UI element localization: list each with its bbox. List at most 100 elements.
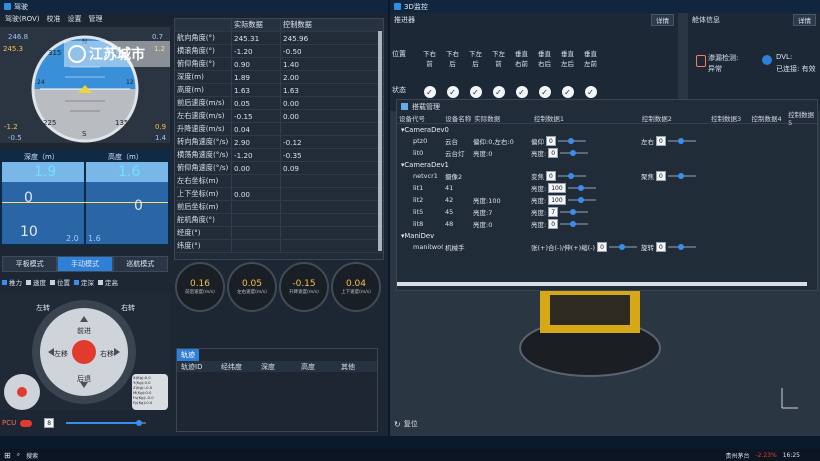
joystick-right[interactable]: 右移 [100, 349, 114, 359]
joystick-backward[interactable]: 后退 [77, 374, 91, 384]
mount-control-spinbox[interactable]: 0 [546, 171, 556, 181]
drive-titlebar: 驾驶 [0, 0, 388, 13]
pcu-toggle[interactable] [20, 419, 33, 427]
body-info-details-button[interactable]: 详情 [793, 13, 816, 26]
mount-control-slider[interactable] [667, 173, 696, 179]
telemetry-row: 横荡角速度(°/s) -1.20 -0.35 [175, 149, 383, 162]
mount-control-spinbox[interactable]: 0 [548, 219, 559, 229]
mount-cell-name: 云台 [445, 138, 458, 146]
slider-knob[interactable] [618, 244, 625, 250]
mount-header-cell: 控制数据5 [788, 111, 815, 127]
telemetry-cell-actual: -0.15 [232, 110, 281, 122]
menu-settings[interactable]: 设置 [68, 14, 82, 24]
mount-group[interactable]: ▾ CameraDev0 [397, 124, 817, 135]
check-icon: ✓ [538, 86, 551, 98]
depth-value: 1.9 [34, 164, 57, 180]
tab-track[interactable]: 轨迹 [177, 349, 199, 361]
mount-control-slider[interactable] [560, 221, 589, 227]
slider-knob[interactable] [570, 221, 577, 227]
mount-cell-code: lit2 [413, 196, 424, 204]
check-height-hold[interactable]: 定高 [98, 277, 118, 287]
mount-control-spinbox[interactable]: 0 [656, 136, 666, 146]
gauge-vertical-speed: -0.15 升降速度(m/s) [279, 262, 329, 312]
mount-control-1: 张(+)合(-)/伸(+)缩(-) 0 [531, 242, 641, 252]
slider-knob[interactable] [570, 209, 577, 215]
telemetry-cell-name: 航向角度(°) [175, 32, 232, 44]
mode-cruise-button[interactable]: 巡航模式 [112, 256, 168, 272]
mount-control-slider[interactable] [567, 185, 596, 191]
reset-button[interactable]: ↻ 复位 [394, 419, 418, 429]
pcu-spin[interactable]: 8 [44, 418, 55, 428]
pcu-slider-knob[interactable] [136, 420, 143, 426]
mode-manual-button[interactable]: 手动模式 [57, 256, 113, 272]
check-icon: ✓ [446, 86, 459, 98]
check-height-hold-label: 定高 [105, 279, 118, 287]
track-col-depth: 深度 [261, 362, 275, 371]
mount-cell-code: ptz0 [413, 137, 428, 145]
mount-control-spinbox[interactable]: 0 [656, 171, 666, 181]
menu-manage[interactable]: 管理 [89, 14, 103, 24]
pcu-slider[interactable] [66, 420, 147, 426]
rotate-left-button[interactable]: 左转 [36, 303, 50, 313]
thruster-status-cell: ✓ [466, 86, 485, 98]
mount-control-spinbox[interactable]: 0 [656, 242, 666, 252]
track-col-id: 轨迹ID [181, 362, 203, 371]
mount-control-spinbox[interactable]: 100 [548, 195, 566, 205]
3d-scene[interactable]: 推进器 详情 位置 状态 下右前 下右后 下左后 下左前 垂直右前 垂直右后 垂直左后 垂直左… [390, 13, 820, 436]
taskbar-clock: 16:25 [782, 451, 800, 459]
check-position[interactable]: 位置 [50, 277, 70, 287]
mount-control-slider[interactable] [667, 244, 696, 250]
mount-control-slider[interactable] [560, 150, 589, 156]
slider-knob[interactable] [570, 150, 577, 156]
slider-knob[interactable] [567, 138, 574, 144]
thruster-status-cell: ✓ [420, 86, 439, 98]
mount-control-label: 偏仰 [531, 138, 544, 146]
mount-control-slider[interactable] [560, 209, 589, 215]
mount-control-slider[interactable] [567, 197, 596, 203]
telemetry-row: 俯仰角速度(°/s) 0.00 0.09 [175, 162, 383, 175]
thruster-label: 垂直左前 [584, 50, 597, 68]
check-thrust[interactable]: 推力 [2, 277, 22, 287]
slider-knob[interactable] [677, 244, 684, 250]
start-icon[interactable]: ⊞ [4, 451, 11, 460]
pcu-value: 8 [47, 419, 52, 427]
check-depth-hold[interactable]: 定深 [74, 277, 94, 287]
mount-control-slider[interactable] [557, 173, 586, 179]
menu-drive[interactable]: 驾驶(ROV) [5, 14, 40, 24]
compass-tick-sw: 225 [43, 119, 57, 127]
slider-knob[interactable] [677, 173, 684, 179]
mode-tablet-button[interactable]: 平板模式 [2, 256, 58, 272]
mount-control-spinbox[interactable]: 0 [597, 242, 607, 252]
check-speed[interactable]: 速度 [26, 277, 46, 287]
mount-control-value: 0 [659, 172, 663, 180]
mount-control-spinbox[interactable]: 100 [548, 183, 566, 193]
mount-hscrollbar[interactable] [397, 282, 807, 286]
gauge-lateral-value: 0.05 [241, 279, 263, 289]
rotate-right-button[interactable]: 右转 [121, 303, 135, 313]
right-bottom-value: 0.9 [155, 123, 167, 131]
mount-control-spinbox[interactable]: 7 [548, 207, 559, 217]
slider-knob[interactable] [577, 197, 584, 203]
slider-knob[interactable] [677, 138, 684, 144]
monitor-window: 3D监控 推进器 详情 位置 状态 下右前 下右后 下左后 下左前 垂直右前 垂直右后 垂直… [390, 0, 820, 436]
mount-control-slider[interactable] [608, 244, 637, 250]
mount-group[interactable]: ▾ CameraDev1 [397, 159, 817, 170]
joystick-left[interactable]: 左移 [54, 349, 68, 359]
menu-calibrate[interactable]: 校准 [47, 14, 61, 24]
mount-control-slider[interactable] [667, 138, 696, 144]
thruster-details-button[interactable]: 详情 [651, 13, 674, 26]
mount-header-cell: 控制数据3 [711, 115, 742, 123]
mount-cell-code: lit5 [413, 208, 424, 216]
mount-row: lit8 48 亮度:0 亮度: 0 [397, 218, 817, 230]
check-icon: ✓ [423, 86, 436, 98]
slider-knob[interactable] [577, 185, 584, 191]
mount-control-spinbox[interactable]: 0 [546, 136, 556, 146]
taskbar-search[interactable]: 搜索 [26, 451, 38, 460]
thruster-status-cell: ✓ [443, 86, 462, 98]
mount-control-slider[interactable] [557, 138, 586, 144]
mount-group[interactable]: ▾ ManiDev [397, 230, 817, 241]
slider-knob[interactable] [567, 173, 574, 179]
telemetry-scrollbar[interactable] [378, 31, 382, 251]
mount-control-spinbox[interactable]: 0 [548, 148, 559, 158]
joystick-forward[interactable]: 前进 [77, 326, 91, 336]
